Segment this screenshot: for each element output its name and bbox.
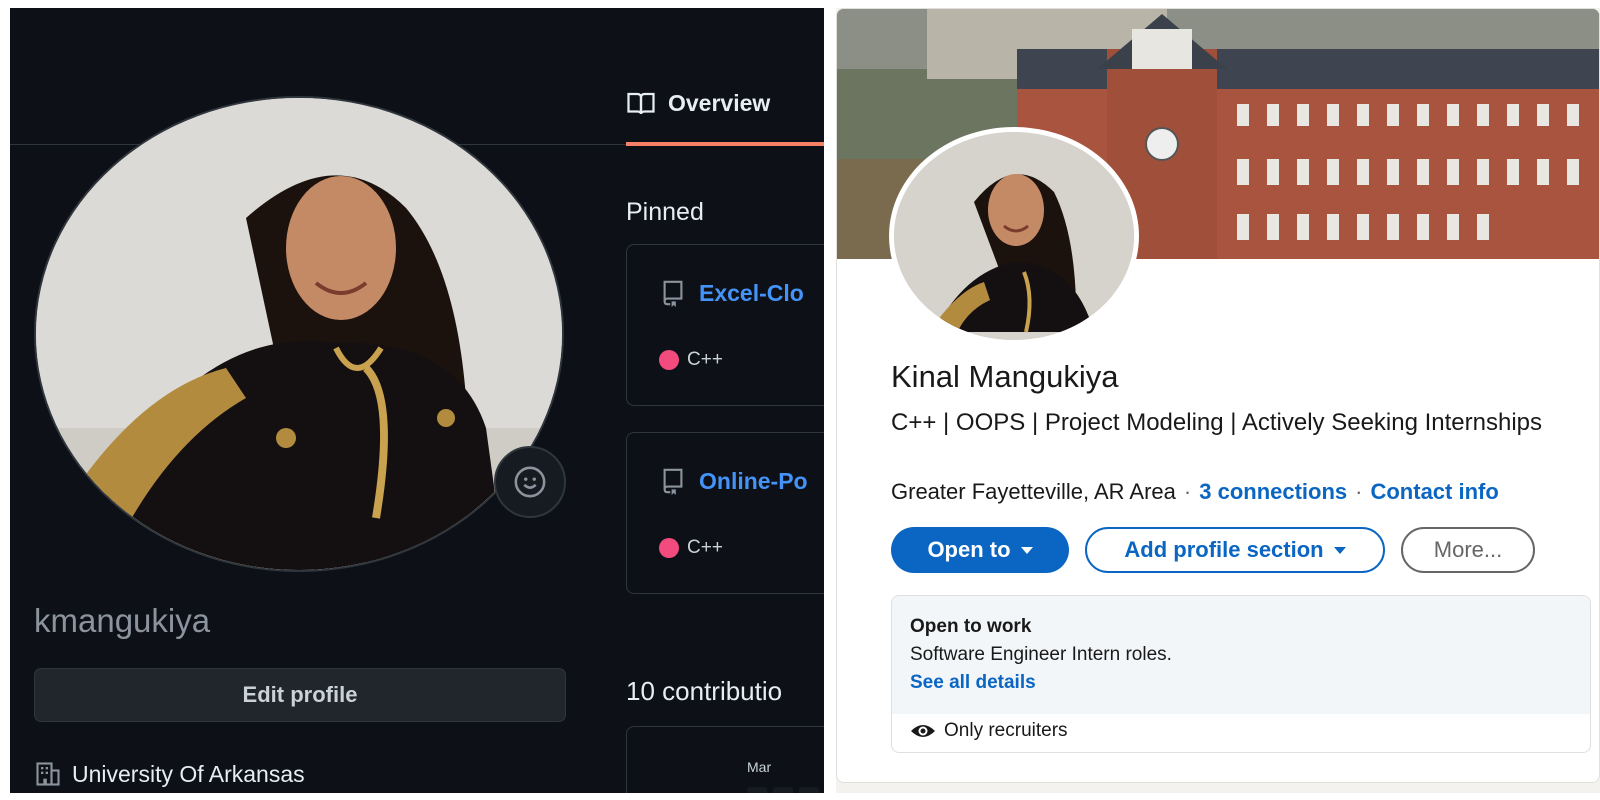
separator-dot: · — [1355, 479, 1363, 504]
graph-cell[interactable] — [799, 787, 819, 793]
pinned-repo-card: Excel-Clo C++ — [626, 244, 824, 406]
open-to-work-card[interactable]: Open to work Software Engineer Intern ro… — [891, 595, 1591, 753]
repo-name: Excel-Clo — [699, 279, 804, 306]
open-to-work-roles: Software Engineer Intern roles. — [910, 644, 1172, 665]
contact-info-link[interactable]: Contact info — [1370, 479, 1498, 504]
graph-month-label: Mar — [747, 759, 772, 775]
profile-headline: C++ | OOPS | Project Modeling | Actively… — [891, 409, 1543, 436]
profile-card: Kinal Mangukiya C++ | OOPS | Project Mod… — [836, 8, 1600, 783]
graph-cell[interactable] — [773, 787, 793, 793]
contributions-heading: 10 contributio — [626, 676, 783, 706]
location-text: Greater Fayetteville, AR Area — [891, 479, 1176, 504]
contribution-graph: Mar — [626, 726, 824, 793]
organization-row: University Of Arkansas — [34, 760, 305, 788]
pinned-heading: Pinned — [626, 198, 704, 226]
language-color-dot — [659, 538, 679, 558]
eye-icon — [911, 725, 935, 737]
repo-language: C++ — [659, 349, 723, 371]
screenshot-collage: kmangukiya Edit profile University Of Ar… — [0, 0, 1600, 800]
tab-overview-label: Overview — [668, 90, 771, 116]
caret-down-icon — [1333, 546, 1346, 554]
panel-divider — [824, 0, 836, 800]
open-to-work-body: Open to work Software Engineer Intern ro… — [892, 596, 1590, 714]
see-all-details-link[interactable]: See all details — [910, 672, 1036, 694]
organization-name: University Of Arkansas — [72, 760, 305, 787]
smiley-icon — [514, 466, 546, 498]
profile-avatar[interactable] — [889, 127, 1139, 345]
book-icon — [627, 92, 655, 114]
language-label: C++ — [687, 537, 723, 558]
open-to-button[interactable]: Open to — [891, 527, 1069, 573]
add-profile-section-button[interactable]: Add profile section — [1085, 527, 1385, 573]
open-to-work-title: Open to work — [910, 616, 1032, 637]
graph-cells — [747, 787, 819, 793]
repo-icon — [663, 468, 683, 495]
tab-overview[interactable]: Overview — [626, 90, 770, 117]
pinned-repo-card: Online-Po C++ — [626, 432, 824, 594]
username: kmangukiya — [34, 602, 211, 639]
profile-name: Kinal Mangukiya — [891, 359, 1119, 394]
repo-language: C++ — [659, 537, 723, 559]
avatar-photo — [36, 98, 562, 570]
open-to-label: Open to — [927, 537, 1011, 562]
language-label: C++ — [687, 349, 723, 370]
building-icon — [36, 762, 60, 786]
github-profile-panel: kmangukiya Edit profile University Of Ar… — [10, 8, 824, 793]
connections-link[interactable]: 3 connections — [1199, 479, 1347, 504]
pinned-repo-link[interactable]: Excel-Clo — [661, 279, 804, 307]
location-row: Greater Fayetteville, AR Area · 3 connecti… — [891, 479, 1499, 505]
set-status-button[interactable] — [494, 446, 566, 518]
visibility-label: Only recruiters — [944, 720, 1068, 741]
more-button[interactable]: More... — [1401, 527, 1535, 573]
visibility-row: Only recruiters — [910, 720, 1068, 742]
avatar-photo — [894, 132, 1134, 340]
language-color-dot — [659, 350, 679, 370]
repo-icon — [663, 280, 683, 307]
edit-profile-button[interactable]: Edit profile — [34, 668, 566, 722]
active-tab-indicator — [626, 142, 824, 146]
separator-dot: · — [1183, 479, 1192, 504]
pinned-repo-link[interactable]: Online-Po — [661, 467, 808, 495]
linkedin-profile-panel: Kinal Mangukiya C++ | OOPS | Project Mod… — [836, 8, 1600, 793]
graph-cell[interactable] — [747, 787, 767, 793]
repo-name: Online-Po — [699, 467, 808, 494]
profile-avatar[interactable] — [34, 96, 564, 572]
caret-down-icon — [1020, 546, 1033, 554]
add-section-label: Add profile section — [1124, 537, 1324, 562]
